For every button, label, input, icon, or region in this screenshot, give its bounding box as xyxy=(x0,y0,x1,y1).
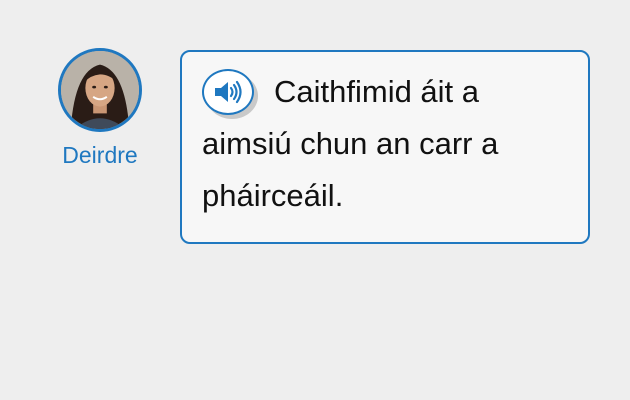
avatar-image xyxy=(61,51,139,129)
play-audio-button-face[interactable] xyxy=(202,69,254,115)
play-audio-button[interactable] xyxy=(202,69,258,119)
avatar xyxy=(58,48,142,132)
speaker-volume-icon xyxy=(215,80,242,104)
speech-bubble: Caithfimid áit a aimsiú chun an carr a p… xyxy=(180,50,590,244)
speaker-name: Deirdre xyxy=(62,142,138,168)
speaker: Deirdre xyxy=(40,48,160,169)
